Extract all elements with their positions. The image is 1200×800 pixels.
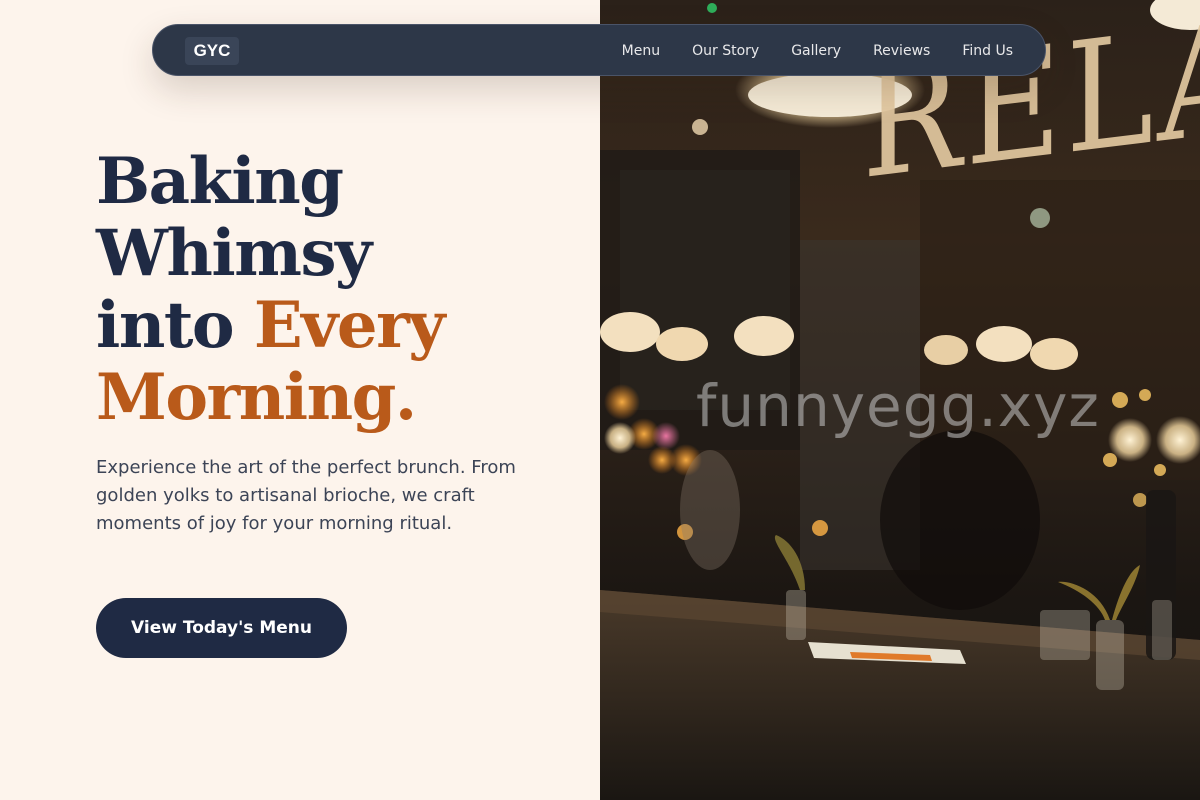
headline-line-4: Morning. xyxy=(96,360,417,435)
watermark-text: funnyegg.xyz xyxy=(696,372,1100,440)
hero-headline: Baking Whimsy into Every Morning. xyxy=(96,144,446,435)
nav-link-our-story[interactable]: Our Story xyxy=(692,43,759,59)
headline-line-3: into Every xyxy=(96,288,446,363)
headline-line-2: Whimsy xyxy=(96,216,372,291)
nav-link-gallery[interactable]: Gallery xyxy=(791,43,841,59)
headline-line-3-accent: Every xyxy=(253,288,446,363)
logo[interactable]: GYC xyxy=(185,37,239,65)
navbar: GYC Menu Our Story Gallery Reviews Find … xyxy=(152,24,1046,76)
nav-link-menu[interactable]: Menu xyxy=(622,43,660,59)
nav-link-find-us[interactable]: Find Us xyxy=(962,43,1013,59)
nav-link-reviews[interactable]: Reviews xyxy=(873,43,930,59)
view-menu-button[interactable]: View Today's Menu xyxy=(96,598,347,658)
hero-cafe-image: RELAX funnyegg.xyz xyxy=(600,0,1200,800)
nav-links: Menu Our Story Gallery Reviews Find Us xyxy=(622,25,1013,77)
headline-line-3-plain: into xyxy=(96,288,254,363)
hero-description: Experience the art of the perfect brunch… xyxy=(96,457,516,534)
headline-line-1: Baking xyxy=(96,144,344,219)
